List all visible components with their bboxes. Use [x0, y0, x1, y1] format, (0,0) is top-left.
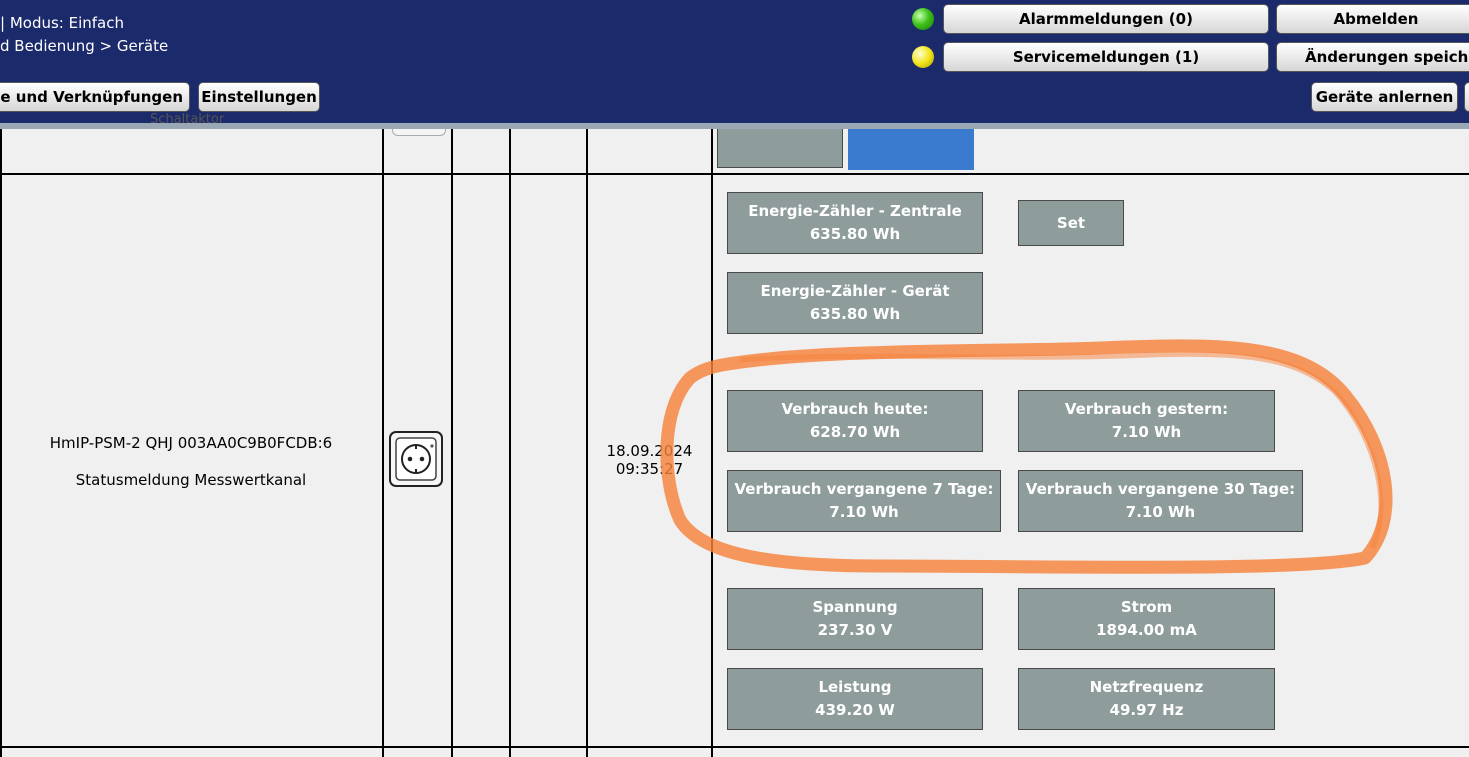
- mode-indicator: | Modus: Einfach: [0, 14, 124, 32]
- breadcrumb: d Bedienung > Geräte: [0, 37, 169, 55]
- tile-value: 49.97 Hz: [1109, 701, 1184, 719]
- tile-label: Energie-Zähler - Zentrale: [748, 202, 962, 220]
- teach-devices-button[interactable]: Geräte anlernen: [1311, 82, 1458, 112]
- tile-value: 439.20 W: [815, 701, 895, 719]
- power-socket-icon: [389, 431, 443, 487]
- power-tile[interactable]: Leistung 439.20 W: [727, 668, 983, 730]
- tile-value: 237.30 V: [817, 621, 893, 639]
- tile-value: 1894.00 mA: [1096, 621, 1197, 639]
- save-changes-button[interactable]: Änderungen speiche: [1276, 42, 1469, 72]
- consumption-30-days-tile[interactable]: Verbrauch vergangene 30 Tage: 7.10 Wh: [1018, 470, 1303, 532]
- current-tile[interactable]: Strom 1894.00 mA: [1018, 588, 1275, 650]
- timestamp-time: 09:35:27: [615, 460, 684, 478]
- column-divider: [509, 129, 511, 757]
- consumption-yesterday-tile[interactable]: Verbrauch gestern: 7.10 Wh: [1018, 390, 1275, 452]
- device-name: HmIP-PSM-2 QHJ 003AA0C9B0FCDB:6: [49, 434, 333, 452]
- timestamp-date: 18.09.2024: [606, 442, 693, 460]
- tile-label: Verbrauch vergangene 7 Tage:: [734, 480, 994, 498]
- previous-device-icon: [392, 129, 446, 136]
- voltage-tile[interactable]: Spannung 237.30 V: [727, 588, 983, 650]
- service-messages-button[interactable]: Servicemeldungen (1): [943, 42, 1269, 72]
- tile-label: Verbrauch gestern:: [1064, 400, 1229, 418]
- tile-value: 7.10 Wh: [1111, 423, 1182, 441]
- top-header: | Modus: Einfach d Bedienung > Geräte Al…: [0, 0, 1469, 123]
- more-button[interactable]: [1464, 82, 1469, 112]
- tile-label: Verbrauch vergangene 30 Tage:: [1025, 480, 1296, 498]
- alarm-status-led: [912, 8, 934, 30]
- row-divider: [0, 173, 1469, 175]
- consumption-today-tile[interactable]: Verbrauch heute: 628.70 Wh: [727, 390, 983, 452]
- consumption-7-days-tile[interactable]: Verbrauch vergangene 7 Tage: 7.10 Wh: [727, 470, 1001, 532]
- tile-label: Netzfrequenz: [1089, 678, 1204, 696]
- tile-label: Spannung: [812, 598, 898, 616]
- tile-label: Leistung: [818, 678, 892, 696]
- row-divider: [0, 746, 1469, 748]
- tile-label: Strom: [1120, 598, 1173, 616]
- settings-button[interactable]: Einstellungen: [198, 82, 320, 112]
- tile-value: 7.10 Wh: [829, 503, 899, 521]
- service-status-led: [912, 46, 934, 68]
- tile-label: Energie-Zähler - Gerät: [760, 282, 950, 300]
- programs-links-button[interactable]: me und Verknüpfungen: [0, 82, 190, 112]
- alarm-messages-button[interactable]: Alarmmeldungen (0): [943, 4, 1269, 34]
- tile-label: Verbrauch heute:: [781, 400, 929, 418]
- previous-tile[interactable]: [717, 129, 843, 168]
- frequency-tile[interactable]: Netzfrequenz 49.97 Hz: [1018, 668, 1275, 730]
- set-button[interactable]: Set: [1018, 200, 1124, 246]
- column-divider: [382, 129, 384, 757]
- tile-value: 628.70 Wh: [809, 423, 901, 441]
- tile-value: 635.80 Wh: [809, 225, 901, 243]
- tile-value: 7.10 Wh: [1125, 503, 1196, 521]
- previous-device-label: Schaltaktor: [150, 112, 225, 127]
- tile-value: 635.80 Wh: [809, 305, 901, 323]
- column-divider: [451, 129, 453, 757]
- energy-counter-central-tile[interactable]: Energie-Zähler - Zentrale 635.80 Wh: [727, 192, 983, 254]
- energy-counter-device-tile[interactable]: Energie-Zähler - Gerät 635.80 Wh: [727, 272, 983, 334]
- previous-tile-active[interactable]: [848, 129, 974, 170]
- channel-name: Statusmeldung Messwertkanal: [75, 471, 307, 489]
- logout-button[interactable]: Abmelden: [1276, 4, 1469, 34]
